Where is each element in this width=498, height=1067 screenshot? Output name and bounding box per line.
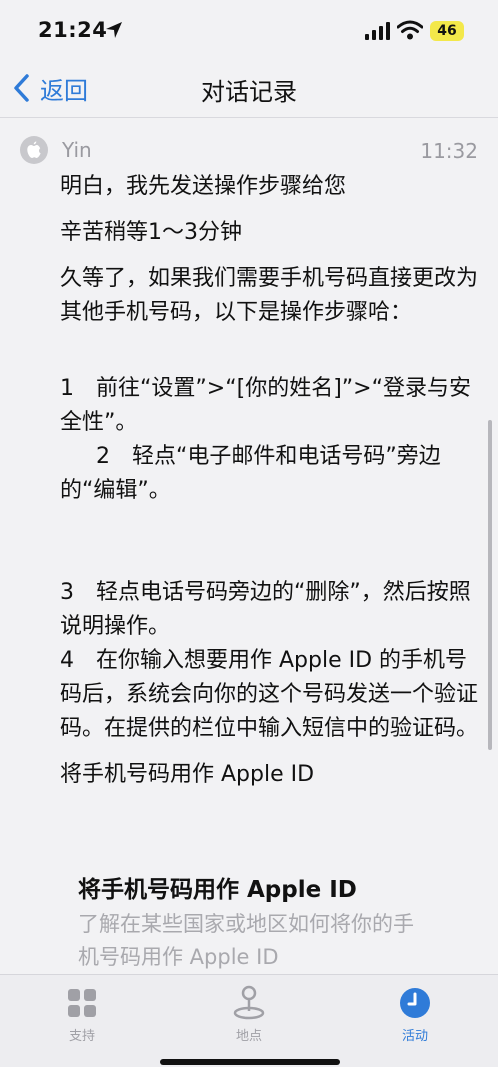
battery-indicator: 46: [430, 21, 464, 41]
clock-icon: [400, 988, 430, 1018]
status-time: 21:24: [38, 18, 108, 42]
message-paragraph: 明白，我先发送操作步骤给您: [60, 174, 347, 199]
apple-logo-icon: [27, 141, 41, 158]
nav-divider: [0, 117, 498, 118]
map-pin-icon: [233, 985, 265, 1020]
message-time: 11:32: [420, 139, 478, 163]
sender-name: Yin: [62, 138, 92, 162]
tab-bar: 支持 地点 活动: [0, 974, 498, 1067]
location-arrow-icon: [106, 22, 122, 38]
card-title: 将手机号码用作 Apple ID: [78, 877, 357, 903]
tab-locations[interactable]: 地点: [204, 985, 294, 1044]
step-4: 4 在你输入想要用作 Apple ID 的手机号码后，系统会向你的这个号码发送一…: [60, 648, 479, 741]
tab-activity[interactable]: 活动: [370, 985, 460, 1044]
wifi-icon: [397, 20, 423, 40]
message-paragraph: 久等了，如果我们需要手机号码直接更改为其他手机号码，以下是操作步骤哈：: [60, 266, 479, 325]
cellular-signal-icon: [365, 22, 390, 40]
home-indicator: [160, 1059, 340, 1065]
step-1: 1 前往“设置”>“[你的姓名]”>“登录与安全性”。: [60, 376, 472, 435]
grid-icon: [68, 989, 96, 1017]
apple-id-link-card[interactable]: 将手机号码用作 Apple ID 了解在某些国家或地区如何将你的手机号码用作 A…: [60, 858, 480, 978]
navigation-bar: 返回 对话记录: [0, 60, 498, 116]
card-subtitle: 了解在某些国家或地区如何将你的手机号码用作 Apple ID: [78, 912, 414, 969]
tab-label: 支持: [68, 1029, 95, 1044]
tab-label: 活动: [401, 1029, 428, 1044]
message-paragraph: 辛苦稍等1～3分钟: [60, 220, 242, 245]
avatar: [20, 136, 48, 164]
message-paragraph: 将手机号码用作 Apple ID: [60, 762, 315, 787]
status-bar: 21:24 46: [0, 0, 498, 60]
scrollbar[interactable]: [488, 420, 492, 750]
tab-label: 地点: [235, 1029, 262, 1044]
page-title: 对话记录: [201, 78, 297, 106]
message-body: 明白，我先发送操作步骤给您 辛苦稍等1～3分钟 久等了，如果我们需要手机号码直接…: [60, 170, 480, 792]
tab-support[interactable]: 支持: [37, 985, 127, 1044]
step-2: 2 轻点“电子邮件和电话号码”旁边的“编辑”。: [60, 444, 441, 503]
step-3: 3 轻点电话号码旁边的“删除”，然后按照说明操作。: [60, 580, 471, 639]
message-header: Yin 11:32: [20, 136, 480, 166]
